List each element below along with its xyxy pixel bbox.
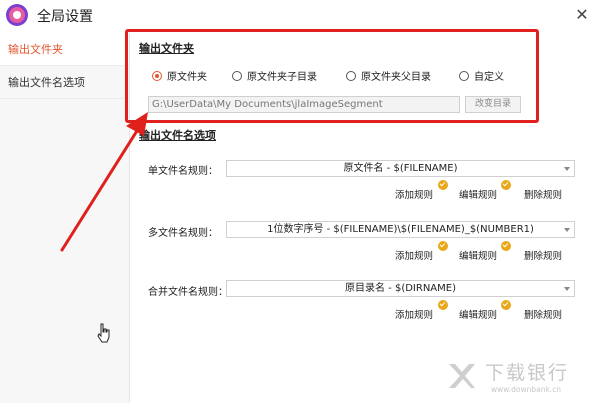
app-logo-icon xyxy=(6,4,28,26)
output-folder-title: 输出文件夹 xyxy=(139,42,194,55)
radio-label: 原文件夹子目录 xyxy=(247,72,317,83)
check-badge-icon xyxy=(438,300,448,310)
chevron-down-icon xyxy=(564,228,570,232)
watermark: 下载银行 www.downbank.cn xyxy=(447,358,595,398)
filename-options-title: 输出文件名选项 xyxy=(139,129,216,142)
radio-dot-icon xyxy=(459,70,469,81)
multi-rule-select[interactable]: 1位数字序号 - $(FILENAME)\$(FILENAME)_$(NUMBE… xyxy=(226,221,575,238)
check-badge-icon xyxy=(501,241,511,251)
watermark-text: 下载银行 xyxy=(485,362,570,384)
check-badge-icon xyxy=(438,180,448,190)
check-badge-icon xyxy=(501,300,511,310)
radio-subfolder[interactable]: 原文件夹子目录 xyxy=(232,68,317,83)
sidebar: 输出文件夹 输出文件名选项 xyxy=(0,33,130,403)
select-value: 1位数字序号 - $(FILENAME)\$(FILENAME)_$(NUMBE… xyxy=(267,224,534,235)
output-path-input[interactable]: G:\UserData\My Documents\jlaImageSegment xyxy=(148,96,460,113)
add-rule-button[interactable]: 添加规则 xyxy=(395,248,433,262)
multi-rule-label: 多文件名规则： xyxy=(148,228,218,239)
change-dir-button[interactable]: 改变目录 xyxy=(465,96,521,113)
delete-rule-button[interactable]: 删除规则 xyxy=(524,187,562,201)
chevron-down-icon xyxy=(564,287,570,291)
window-title: 全局设置 xyxy=(37,9,93,25)
check-badge-icon xyxy=(438,241,448,251)
close-icon[interactable]: ✕ xyxy=(572,5,592,25)
add-rule-button[interactable]: 添加规则 xyxy=(395,187,433,201)
radio-label: 原文件夹 xyxy=(167,72,207,83)
radio-custom[interactable]: 自定义 xyxy=(459,68,504,83)
edit-rule-button[interactable]: 编辑规则 xyxy=(459,307,497,321)
radio-parent-folder[interactable]: 原文件夹父目录 xyxy=(346,68,431,83)
select-value: 原目录名 - $(DIRNAME) xyxy=(345,283,456,294)
delete-rule-button[interactable]: 删除规则 xyxy=(524,248,562,262)
watermark-url: www.downbank.cn xyxy=(491,385,562,394)
single-rule-select[interactable]: 原文件名 - $(FILENAME) xyxy=(226,160,575,177)
add-rule-button[interactable]: 添加规则 xyxy=(395,307,433,321)
edit-rule-button[interactable]: 编辑规则 xyxy=(459,187,497,201)
delete-rule-button[interactable]: 删除规则 xyxy=(524,307,562,321)
title-bar: 全局设置 ✕ xyxy=(0,0,600,30)
radio-original-folder[interactable]: 原文件夹 xyxy=(152,68,207,83)
radio-dot-icon xyxy=(152,70,162,81)
hand-cursor-icon xyxy=(97,323,110,343)
radio-dot-icon xyxy=(346,70,356,81)
select-value: 原文件名 - $(FILENAME) xyxy=(343,163,458,174)
chevron-down-icon xyxy=(564,167,570,171)
radio-label: 原文件夹父目录 xyxy=(361,72,431,83)
radio-label: 自定义 xyxy=(474,72,504,83)
merge-rule-select[interactable]: 原目录名 - $(DIRNAME) xyxy=(226,280,575,297)
sidebar-item-output-folder[interactable]: 输出文件夹 xyxy=(0,33,129,66)
single-rule-label: 单文件名规则： xyxy=(148,166,218,177)
output-folder-options: 原文件夹 原文件夹子目录 原文件夹父目录 自定义 xyxy=(152,68,532,83)
edit-rule-button[interactable]: 编辑规则 xyxy=(459,248,497,262)
check-badge-icon xyxy=(501,180,511,190)
watermark-logo-icon xyxy=(449,364,475,388)
sidebar-item-filename-options[interactable]: 输出文件名选项 xyxy=(0,66,129,99)
radio-dot-icon xyxy=(232,70,242,81)
merge-rule-label: 合并文件名规则： xyxy=(148,287,228,298)
